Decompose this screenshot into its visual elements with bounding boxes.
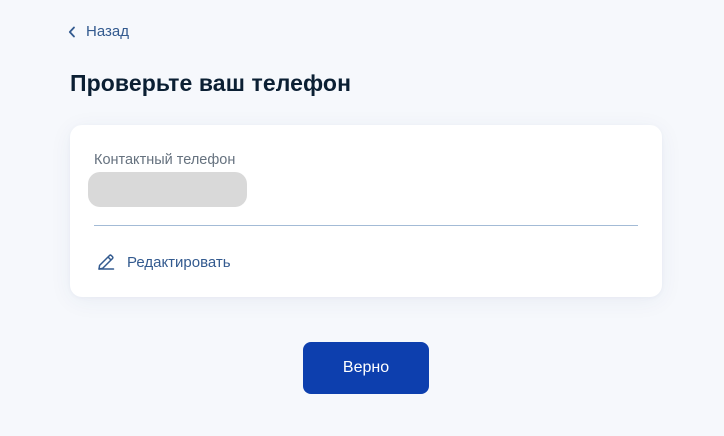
confirm-button[interactable]: Верно (303, 342, 429, 394)
back-link-label: Назад (86, 23, 129, 40)
contact-phone-card: Контактный телефон Редактировать (70, 125, 662, 297)
back-link[interactable]: Назад (67, 23, 129, 40)
chevron-left-icon (67, 25, 77, 39)
pencil-icon (96, 252, 116, 272)
edit-phone-link[interactable]: Редактировать (96, 252, 231, 272)
contact-phone-label: Контактный телефон (94, 152, 236, 168)
contact-phone-value (88, 172, 247, 207)
edit-phone-label: Редактировать (127, 253, 231, 271)
divider (94, 225, 638, 226)
page-title: Проверьте ваш телефон (70, 70, 352, 96)
